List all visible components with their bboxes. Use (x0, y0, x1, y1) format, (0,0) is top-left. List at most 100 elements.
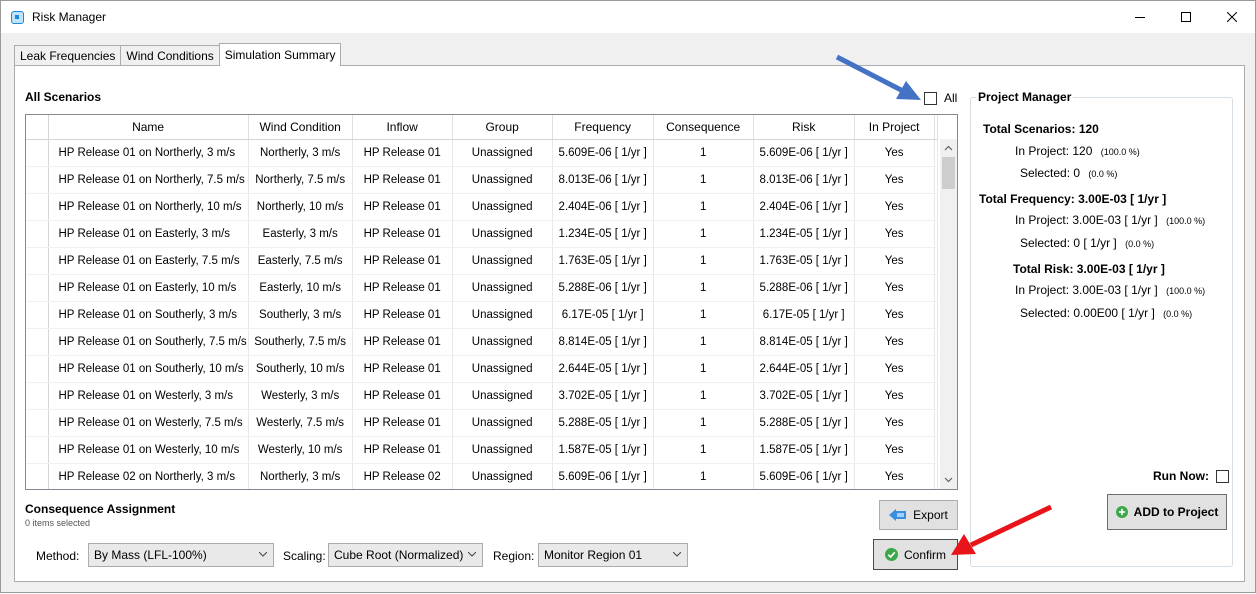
column-header[interactable]: Risk (753, 115, 855, 140)
table-cell[interactable]: 1 (653, 382, 754, 410)
scroll-down-icon[interactable] (944, 475, 953, 484)
table-row[interactable]: HP Release 02 on Northerly, 3 m/s Norther… (26, 463, 938, 489)
grid-vertical-scrollbar[interactable] (940, 139, 957, 489)
table-row[interactable]: HP Release 01 on Westerly, 3 m/s Westerly… (26, 382, 938, 410)
table-cell[interactable]: 1 (653, 409, 754, 437)
table-cell[interactable]: HP Release 01 (352, 436, 453, 464)
table-cell[interactable]: 1.763E-05 [ 1/yr ] (552, 247, 654, 275)
table-cell[interactable]: HP Release 01 (352, 328, 453, 356)
column-header[interactable]: Consequence (653, 115, 754, 140)
table-cell[interactable]: Westerly, 3 m/s (248, 382, 353, 410)
close-button[interactable] (1209, 1, 1255, 33)
table-cell[interactable]: Yes (854, 328, 935, 356)
column-header[interactable]: Inflow (352, 115, 453, 140)
table-cell[interactable]: HP Release 01 on Northerly, 10 m/s (48, 193, 249, 221)
row-header[interactable] (26, 328, 49, 356)
table-cell[interactable]: HP Release 01 on Westerly, 3 m/s (48, 382, 249, 410)
table-cell[interactable]: Northerly, 3 m/s (248, 139, 353, 167)
table-cell[interactable]: 1 (653, 274, 754, 302)
table-cell[interactable]: Yes (854, 463, 935, 489)
row-header[interactable] (26, 193, 49, 221)
table-cell[interactable]: Unassigned (452, 463, 553, 489)
tab-wind-conditions[interactable]: Wind Conditions (120, 45, 220, 66)
table-cell[interactable]: 5.609E-06 [ 1/yr ] (753, 463, 855, 489)
table-cell[interactable]: HP Release 01 on Northerly, 7.5 m/s (48, 166, 249, 194)
column-header[interactable]: In Project (854, 115, 935, 140)
table-row[interactable]: HP Release 01 on Northerly, 7.5 m/s North… (26, 166, 938, 194)
table-cell[interactable]: Easterly, 3 m/s (248, 220, 353, 248)
table-row[interactable]: HP Release 01 on Easterly, 3 m/s Easterly… (26, 220, 938, 248)
row-header[interactable] (26, 409, 49, 437)
tab-leak-frequencies[interactable]: Leak Frequencies (14, 45, 122, 66)
table-cell[interactable]: Yes (854, 166, 935, 194)
select-all-checkbox[interactable]: All (924, 91, 957, 105)
table-cell[interactable]: 2.644E-05 [ 1/yr ] (552, 355, 654, 383)
table-cell[interactable]: HP Release 01 on Northerly, 3 m/s (48, 139, 249, 167)
table-cell[interactable]: Southerly, 3 m/s (248, 301, 353, 329)
add-to-project-button[interactable]: ADD to Project (1107, 494, 1227, 530)
scaling-dropdown[interactable]: Cube Root (Normalized) (328, 543, 483, 567)
row-header[interactable] (26, 247, 49, 275)
table-cell[interactable]: 2.404E-06 [ 1/yr ] (753, 193, 855, 221)
table-cell[interactable]: HP Release 01 on Westerly, 7.5 m/s (48, 409, 249, 437)
row-header[interactable] (26, 274, 49, 302)
table-cell[interactable]: 1 (653, 301, 754, 329)
table-cell[interactable]: 5.609E-06 [ 1/yr ] (753, 139, 855, 167)
table-cell[interactable]: 1 (653, 139, 754, 167)
table-cell[interactable]: 1 (653, 193, 754, 221)
table-cell[interactable]: Unassigned (452, 247, 553, 275)
table-cell[interactable]: HP Release 01 on Easterly, 3 m/s (48, 220, 249, 248)
table-cell[interactable]: 5.288E-06 [ 1/yr ] (552, 274, 654, 302)
table-cell[interactable]: HP Release 01 (352, 247, 453, 275)
export-button[interactable]: Export (879, 500, 958, 530)
table-cell[interactable]: Northerly, 7.5 m/s (248, 166, 353, 194)
table-cell[interactable]: HP Release 01 (352, 139, 453, 167)
table-cell[interactable]: HP Release 01 (352, 355, 453, 383)
table-cell[interactable]: Yes (854, 355, 935, 383)
minimize-button[interactable] (1117, 1, 1163, 33)
row-header[interactable] (26, 463, 49, 489)
scroll-up-icon[interactable] (944, 144, 953, 153)
table-cell[interactable]: Yes (854, 220, 935, 248)
table-cell[interactable]: HP Release 01 on Southerly, 3 m/s (48, 301, 249, 329)
confirm-button[interactable]: Confirm (873, 539, 958, 570)
table-row[interactable]: HP Release 01 on Southerly, 10 m/s Southe… (26, 355, 938, 383)
run-now-checkbox[interactable] (1216, 469, 1229, 483)
table-cell[interactable]: Northerly, 10 m/s (248, 193, 353, 221)
table-cell[interactable]: HP Release 01 (352, 409, 453, 437)
table-cell[interactable]: HP Release 01 (352, 382, 453, 410)
table-cell[interactable]: Unassigned (452, 166, 553, 194)
table-row[interactable]: HP Release 01 on Easterly, 7.5 m/s Easter… (26, 247, 938, 275)
scroll-thumb[interactable] (942, 157, 955, 189)
column-header[interactable]: Group (452, 115, 553, 140)
table-cell[interactable]: HP Release 01 on Westerly, 10 m/s (48, 436, 249, 464)
table-cell[interactable]: 6.17E-05 [ 1/yr ] (753, 301, 855, 329)
table-row[interactable]: HP Release 01 on Easterly, 10 m/s Easterl… (26, 274, 938, 302)
table-cell[interactable]: HP Release 01 (352, 193, 453, 221)
table-cell[interactable]: 1.587E-05 [ 1/yr ] (753, 436, 855, 464)
table-cell[interactable]: Yes (854, 274, 935, 302)
table-cell[interactable]: Unassigned (452, 355, 553, 383)
table-cell[interactable]: Westerly, 7.5 m/s (248, 409, 353, 437)
table-row[interactable]: HP Release 01 on Northerly, 10 m/s Northe… (26, 193, 938, 221)
table-cell[interactable]: HP Release 01 on Easterly, 7.5 m/s (48, 247, 249, 275)
table-cell[interactable]: Unassigned (452, 301, 553, 329)
table-cell[interactable]: 1.763E-05 [ 1/yr ] (753, 247, 855, 275)
table-cell[interactable]: 8.013E-06 [ 1/yr ] (552, 166, 654, 194)
column-header[interactable]: Frequency (552, 115, 654, 140)
table-cell[interactable]: 8.814E-05 [ 1/yr ] (753, 328, 855, 356)
table-cell[interactable]: 2.644E-05 [ 1/yr ] (753, 355, 855, 383)
table-row[interactable]: HP Release 01 on Southerly, 7.5 m/s South… (26, 328, 938, 356)
table-cell[interactable]: 1.234E-05 [ 1/yr ] (552, 220, 654, 248)
table-cell[interactable]: 5.288E-05 [ 1/yr ] (552, 409, 654, 437)
row-header[interactable] (26, 220, 49, 248)
table-cell[interactable]: 5.609E-06 [ 1/yr ] (552, 463, 654, 489)
table-cell[interactable]: HP Release 01 on Southerly, 10 m/s (48, 355, 249, 383)
maximize-button[interactable] (1163, 1, 1209, 33)
table-cell[interactable]: HP Release 02 on Northerly, 3 m/s (48, 463, 249, 489)
table-cell[interactable]: HP Release 01 (352, 220, 453, 248)
table-cell[interactable]: Unassigned (452, 139, 553, 167)
table-cell[interactable]: HP Release 01 on Easterly, 10 m/s (48, 274, 249, 302)
table-cell[interactable]: Yes (854, 409, 935, 437)
table-cell[interactable]: Yes (854, 247, 935, 275)
